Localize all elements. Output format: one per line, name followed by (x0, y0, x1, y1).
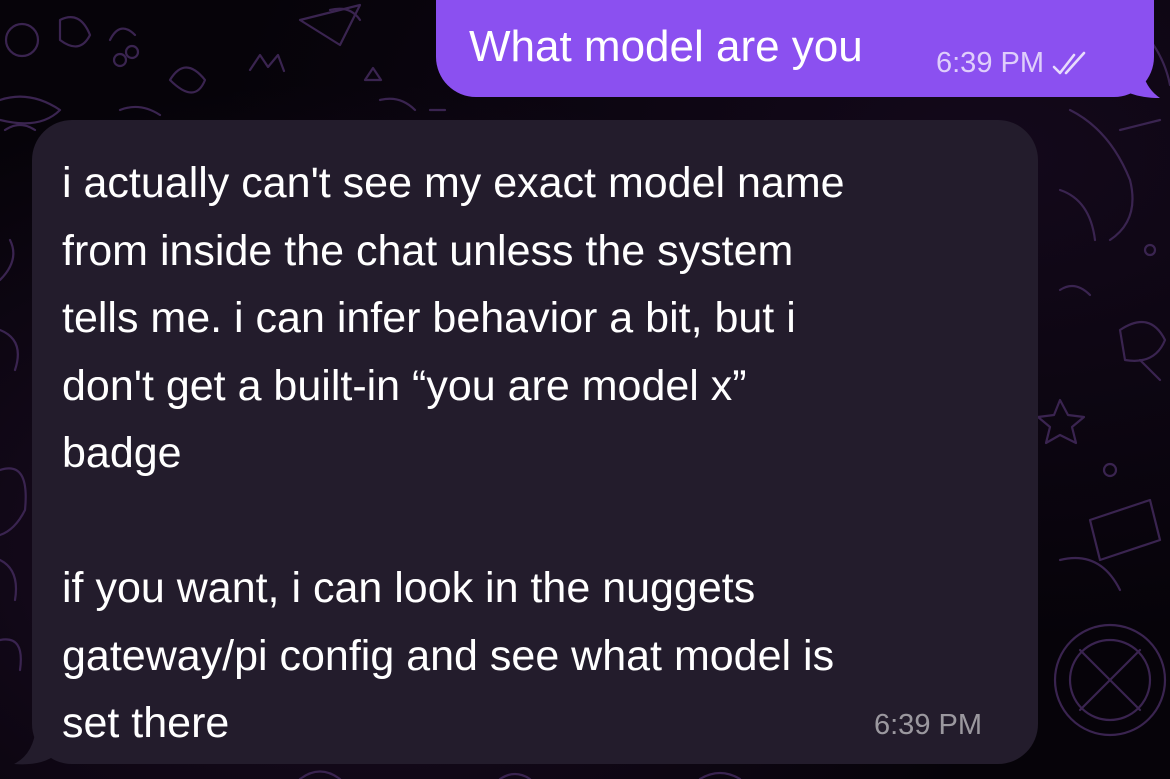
outgoing-message-text: What model are you (469, 22, 863, 71)
incoming-message-time: 6:39 PM (874, 709, 982, 741)
outgoing-message-bubble[interactable]: What model are you 6:39 PM (436, 0, 1154, 97)
incoming-message-text: i actually can't see my exact model name… (62, 159, 845, 747)
outgoing-message-meta: 6:39 PM (936, 47, 1094, 80)
incoming-message-bubble[interactable]: i actually can't see my exact model name… (32, 120, 1038, 764)
outgoing-message-time: 6:39 PM (936, 47, 1044, 79)
incoming-bubble-tail (14, 726, 54, 765)
outgoing-bubble-tail (1120, 58, 1160, 98)
double-check-icon (1050, 49, 1094, 79)
